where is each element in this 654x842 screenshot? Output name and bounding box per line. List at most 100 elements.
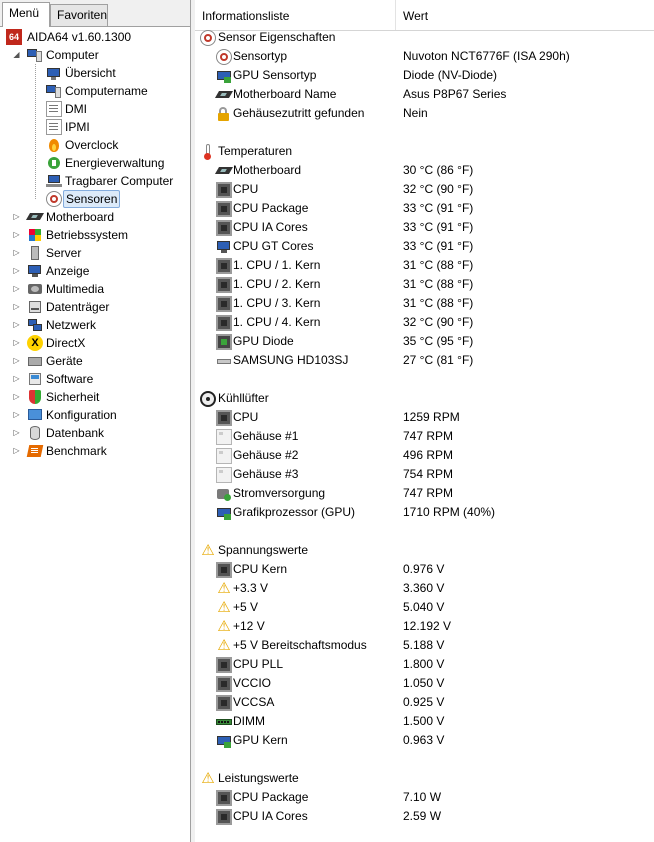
row-name: Gehäuse #2	[233, 448, 299, 462]
expand-toggle-icon[interactable]: ▷	[13, 303, 20, 311]
list-row[interactable]: CPU 32 °C (90 °F)	[195, 180, 654, 199]
list-row[interactable]: 1. CPU / 3. Kern 31 °C (88 °F)	[195, 294, 654, 313]
list-row[interactable]: GPU Sensortyp Diode (NV-Diode)	[195, 66, 654, 85]
tree-item-root[interactable]: 64 AIDA64 v1.60.1300	[0, 28, 190, 46]
list-row[interactable]: 1. CPU / 2. Kern 31 °C (88 °F)	[195, 275, 654, 294]
column-header-value[interactable]: Wert	[396, 0, 654, 30]
list-row[interactable]: Motherboard Name Asus P8P67 Series	[195, 85, 654, 104]
expand-toggle-icon[interactable]: ▷	[13, 321, 20, 329]
hdd-icon	[216, 353, 232, 369]
list-row[interactable]: Gehäuse #2 496 RPM	[195, 446, 654, 465]
expand-toggle-icon[interactable]: ◢	[13, 51, 20, 59]
section-header[interactable]: ⚠ Leistungswerte	[195, 769, 654, 788]
list-row[interactable]: 1. CPU / 1. Kern 31 °C (88 °F)	[195, 256, 654, 275]
tree-item-directx[interactable]: ▷ X DirectX	[0, 334, 190, 352]
chip-icon	[216, 315, 232, 331]
row-value: 30 °C (86 °F)	[403, 163, 474, 177]
expand-toggle-icon[interactable]: ▷	[13, 393, 20, 401]
list-row[interactable]: Gehäuse #1 747 RPM	[195, 427, 654, 446]
section-title: Kühllüfter	[218, 391, 269, 405]
column-header-info[interactable]: Informationsliste	[195, 0, 396, 30]
psu-icon	[216, 486, 232, 502]
list-row[interactable]: SAMSUNG HD103SJ 27 °C (81 °F)	[195, 351, 654, 370]
list-row[interactable]: ⚠ +5 V 5.040 V	[195, 598, 654, 617]
list-row[interactable]: ⚠ +5 V Bereitschaftsmodus 5.188 V	[195, 636, 654, 655]
list-row[interactable]: CPU IA Cores 33 °C (91 °F)	[195, 218, 654, 237]
tree-item-ipmi[interactable]: IPMI	[0, 118, 190, 136]
configuration-icon	[27, 407, 43, 423]
tab-menu[interactable]: Menü	[2, 2, 50, 27]
list-row[interactable]: CPU Package 7.10 W	[195, 788, 654, 807]
tree-item-tragbarer-computer[interactable]: Tragbarer Computer	[0, 172, 190, 190]
list-row[interactable]: Sensortyp Nuvoton NCT6776F (ISA 290h)	[195, 47, 654, 66]
list-row[interactable]: GPU Diode 35 °C (95 °F)	[195, 332, 654, 351]
row-value: 31 °C (88 °F)	[403, 277, 474, 291]
warning-icon: ⚠	[201, 770, 215, 787]
expand-toggle-icon[interactable]: ▷	[13, 429, 20, 437]
tree-item-datenbank[interactable]: ▷ Datenbank	[0, 424, 190, 442]
list-row[interactable]: CPU IA Cores 2.59 W	[195, 807, 654, 826]
expand-toggle-icon[interactable]: ▷	[13, 213, 20, 221]
row-value: 1.800 V	[403, 657, 445, 671]
expand-toggle-icon[interactable]: ▷	[13, 411, 20, 419]
document-icon	[46, 101, 62, 117]
tree-item-datentr-ger[interactable]: ▷ Datenträger	[0, 298, 190, 316]
tree-item--bersicht[interactable]: Übersicht	[0, 64, 190, 82]
row-value: 27 °C (81 °F)	[403, 353, 474, 367]
section-title: Sensor Eigenschaften	[218, 30, 336, 44]
section-header[interactable]: Sensor Eigenschaften	[195, 28, 654, 47]
list-row[interactable]: VCCSA 0.925 V	[195, 693, 654, 712]
expand-toggle-icon[interactable]: ▷	[13, 339, 20, 347]
list-row[interactable]: CPU GT Cores 33 °C (91 °F)	[195, 237, 654, 256]
tree-item-server[interactable]: ▷ Server	[0, 244, 190, 262]
tree-item-ger-te[interactable]: ▷ Geräte	[0, 352, 190, 370]
row-name: Motherboard Name	[233, 87, 337, 101]
tree-item-anzeige[interactable]: ▷ Anzeige	[0, 262, 190, 280]
tree-item-sensoren[interactable]: Sensoren	[0, 190, 190, 208]
tree-item-computername[interactable]: Computername	[0, 82, 190, 100]
expand-toggle-icon[interactable]: ▷	[13, 231, 20, 239]
list-row[interactable]: Gehäusezutritt gefunden Nein	[195, 104, 654, 123]
tree-item-betriebssystem[interactable]: ▷ Betriebssystem	[0, 226, 190, 244]
tree-item-benchmark[interactable]: ▷ Benchmark	[0, 442, 190, 460]
expand-toggle-icon[interactable]: ▷	[13, 357, 20, 365]
tree-item-konfiguration[interactable]: ▷ Konfiguration	[0, 406, 190, 424]
expand-toggle-icon[interactable]: ▷	[13, 447, 20, 455]
list-row[interactable]: ⚠ +12 V 12.192 V	[195, 617, 654, 636]
section-header[interactable]: Kühllüfter	[195, 389, 654, 408]
tree-item-dmi[interactable]: DMI	[0, 100, 190, 118]
tree-item-software[interactable]: ▷ Software	[0, 370, 190, 388]
tree-item-sicherheit[interactable]: ▷ Sicherheit	[0, 388, 190, 406]
tree-item-computer[interactable]: ◢ Computer	[0, 46, 190, 64]
expand-toggle-icon[interactable]: ▷	[13, 267, 20, 275]
tree-item-netzwerk[interactable]: ▷ Netzwerk	[0, 316, 190, 334]
list-row[interactable]: Stromversorgung 747 RPM	[195, 484, 654, 503]
section-title: Spannungswerte	[218, 543, 309, 557]
list-row[interactable]: GPU Kern 0.963 V	[195, 731, 654, 750]
navigation-tree: 64 AIDA64 v1.60.1300 ◢ Computer Übersicht Com…	[0, 27, 190, 842]
list-row[interactable]: Grafikprozessor (GPU) 1710 RPM (40%)	[195, 503, 654, 522]
list-row[interactable]: CPU 1259 RPM	[195, 408, 654, 427]
list-row[interactable]: CPU PLL 1.800 V	[195, 655, 654, 674]
tree-item-label: AIDA64 v1.60.1300	[27, 30, 132, 44]
list-row[interactable]: CPU Package 33 °C (91 °F)	[195, 199, 654, 218]
chip-icon	[216, 657, 232, 673]
tree-item-energieverwaltung[interactable]: Energieverwaltung	[0, 154, 190, 172]
list-row[interactable]: CPU Kern 0.976 V	[195, 560, 654, 579]
tab-favorites[interactable]: Favoriten	[50, 4, 108, 26]
tree-item-multimedia[interactable]: ▷ Multimedia	[0, 280, 190, 298]
expand-toggle-icon[interactable]: ▷	[13, 249, 20, 257]
section-header[interactable]: Temperaturen	[195, 142, 654, 161]
section-header[interactable]: ⚠ Spannungswerte	[195, 541, 654, 560]
list-row[interactable]: DIMM 1.500 V	[195, 712, 654, 731]
tree-item-overclock[interactable]: Overclock	[0, 136, 190, 154]
list-row[interactable]: ⚠ +3.3 V 3.360 V	[195, 579, 654, 598]
list-row[interactable]: VCCIO 1.050 V	[195, 674, 654, 693]
list-row[interactable]: Motherboard 30 °C (86 °F)	[195, 161, 654, 180]
expand-toggle-icon[interactable]: ▷	[13, 375, 20, 383]
list-row[interactable]: Gehäuse #3 754 RPM	[195, 465, 654, 484]
expand-toggle-icon[interactable]: ▷	[13, 285, 20, 293]
tree-item-motherboard[interactable]: ▷ Motherboard	[0, 208, 190, 226]
case-icon	[216, 448, 232, 464]
list-row[interactable]: 1. CPU / 4. Kern 32 °C (90 °F)	[195, 313, 654, 332]
